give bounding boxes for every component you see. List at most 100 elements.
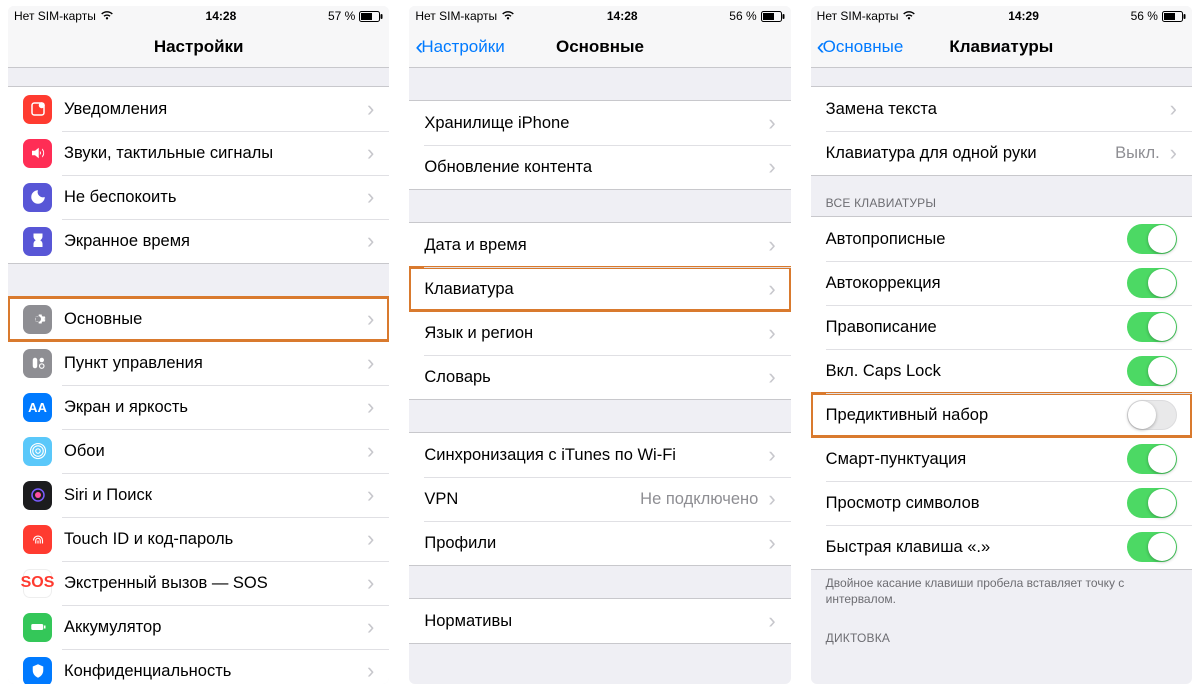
back-button[interactable]: ‹ Настройки: [415, 35, 504, 59]
carrier-label: Нет SIM-карты: [14, 9, 96, 23]
row-keyboard[interactable]: Клавиатура ›: [409, 267, 790, 311]
row-text-replacement[interactable]: Замена текста ›: [811, 87, 1192, 131]
nav-bar: ‹ Основные Клавиатуры: [811, 26, 1192, 68]
row-privacy[interactable]: Конфиденциальность ›: [8, 649, 389, 684]
row-spelling[interactable]: Правописание: [811, 305, 1192, 349]
settings-list[interactable]: Уведомления › Звуки, тактильные сигналы …: [8, 68, 389, 684]
row-autocaps[interactable]: Автопрописные: [811, 217, 1192, 261]
clock-label: 14:29: [1008, 9, 1039, 23]
status-bar: Нет SIM-карты 14:28 57 %: [8, 6, 389, 26]
toggle-smart-punct[interactable]: [1127, 444, 1177, 474]
touchid-icon: [23, 525, 52, 554]
row-wallpaper[interactable]: Обои ›: [8, 429, 389, 473]
chevron-right-icon: ›: [768, 364, 775, 390]
row-predictive[interactable]: Предиктивный набор: [811, 393, 1192, 437]
row-sos[interactable]: SOS Экстренный вызов — SOS ›: [8, 561, 389, 605]
toggle-predictive[interactable]: [1127, 400, 1177, 430]
nav-bar: ‹ Настройки Основные: [409, 26, 790, 68]
battery-percent: 56 %: [729, 9, 756, 23]
chevron-right-icon: ›: [367, 184, 374, 210]
dnd-icon: [23, 183, 52, 212]
row-notifications[interactable]: Уведомления ›: [8, 87, 389, 131]
section-header-all-keyboards: ВСЕ КЛАВИАТУРЫ: [811, 176, 1192, 216]
wifi-icon: [501, 9, 515, 23]
status-bar: Нет SIM-карты 14:28 56 %: [409, 6, 790, 26]
sounds-icon: [23, 139, 52, 168]
toggle-capslock[interactable]: [1127, 356, 1177, 386]
back-button[interactable]: ‹ Основные: [817, 35, 904, 59]
clock-label: 14:28: [206, 9, 237, 23]
chevron-right-icon: ›: [768, 154, 775, 180]
general-list[interactable]: Хранилище iPhone › Обновление контента ›…: [409, 68, 790, 684]
carrier-label: Нет SIM-карты: [817, 9, 899, 23]
chevron-right-icon: ›: [768, 530, 775, 556]
row-touchid[interactable]: Touch ID и код-пароль ›: [8, 517, 389, 561]
row-itunes-wifi[interactable]: Синхронизация с iTunes по Wi-Fi ›: [409, 433, 790, 477]
section-footer: Двойное касание клавиши пробела вставляе…: [811, 570, 1192, 611]
row-display[interactable]: AA Экран и яркость ›: [8, 385, 389, 429]
row-datetime[interactable]: Дата и время ›: [409, 223, 790, 267]
clock-label: 14:28: [607, 9, 638, 23]
toggle-autocaps[interactable]: [1127, 224, 1177, 254]
row-storage[interactable]: Хранилище iPhone ›: [409, 101, 790, 145]
chevron-right-icon: ›: [367, 140, 374, 166]
row-dnd[interactable]: Не беспокоить ›: [8, 175, 389, 219]
row-screentime[interactable]: Экранное время ›: [8, 219, 389, 263]
wallpaper-icon: [23, 437, 52, 466]
notifications-icon: [23, 95, 52, 124]
row-dictionary[interactable]: Словарь ›: [409, 355, 790, 399]
row-language[interactable]: Язык и регион ›: [409, 311, 790, 355]
one-handed-status: Выкл.: [1115, 144, 1159, 163]
battery-percent: 56 %: [1131, 9, 1158, 23]
nav-title: Настройки: [154, 37, 244, 57]
section-header-dictation: ДИКТОВКА: [811, 611, 1192, 651]
chevron-right-icon: ›: [367, 570, 374, 596]
nav-bar: Настройки: [8, 26, 389, 68]
chevron-right-icon: ›: [768, 608, 775, 634]
toggle-autocorrect[interactable]: [1127, 268, 1177, 298]
chevron-right-icon: ›: [367, 614, 374, 640]
row-battery[interactable]: Аккумулятор ›: [8, 605, 389, 649]
row-char-preview[interactable]: Просмотр символов: [811, 481, 1192, 525]
keyboards-list[interactable]: Замена текста › Клавиатура для одной рук…: [811, 68, 1192, 684]
sos-icon: SOS: [23, 569, 52, 598]
row-regulatory[interactable]: Нормативы ›: [409, 599, 790, 643]
row-sounds[interactable]: Звуки, тактильные сигналы ›: [8, 131, 389, 175]
chevron-right-icon: ›: [367, 482, 374, 508]
row-vpn[interactable]: VPN Не подключено ›: [409, 477, 790, 521]
battery-icon: [359, 11, 383, 22]
row-smart-punct[interactable]: Смарт-пунктуация: [811, 437, 1192, 481]
chevron-right-icon: ›: [768, 442, 775, 468]
row-period-shortcut[interactable]: Быстрая клавиша «.»: [811, 525, 1192, 569]
wifi-icon: [902, 9, 916, 23]
chevron-right-icon: ›: [1170, 96, 1177, 122]
row-one-handed[interactable]: Клавиатура для одной руки Выкл. ›: [811, 131, 1192, 175]
row-profiles[interactable]: Профили ›: [409, 521, 790, 565]
screentime-icon: [23, 227, 52, 256]
row-siri[interactable]: Siri и Поиск ›: [8, 473, 389, 517]
chevron-right-icon: ›: [1170, 140, 1177, 166]
row-autocorrect[interactable]: Автокоррекция: [811, 261, 1192, 305]
row-capslock[interactable]: Вкл. Caps Lock: [811, 349, 1192, 393]
vpn-status: Не подключено: [640, 490, 758, 509]
row-general[interactable]: Основные ›: [8, 297, 389, 341]
chevron-right-icon: ›: [367, 306, 374, 332]
chevron-right-icon: ›: [367, 228, 374, 254]
chevron-right-icon: ›: [367, 96, 374, 122]
nav-title: Клавиатуры: [949, 37, 1053, 57]
toggle-char-preview[interactable]: [1127, 488, 1177, 518]
control-center-icon: [23, 349, 52, 378]
row-background-refresh[interactable]: Обновление контента ›: [409, 145, 790, 189]
chevron-right-icon: ›: [367, 526, 374, 552]
toggle-spelling[interactable]: [1127, 312, 1177, 342]
chevron-right-icon: ›: [768, 110, 775, 136]
keyboards-screen: Нет SIM-карты 14:29 56 % ‹ Основные Клав…: [811, 6, 1192, 684]
chevron-right-icon: ›: [768, 486, 775, 512]
status-bar: Нет SIM-карты 14:29 56 %: [811, 6, 1192, 26]
carrier-label: Нет SIM-карты: [415, 9, 497, 23]
chevron-right-icon: ›: [768, 232, 775, 258]
toggle-period-shortcut[interactable]: [1127, 532, 1177, 562]
display-icon: AA: [23, 393, 52, 422]
siri-icon: [23, 481, 52, 510]
row-control-center[interactable]: Пункт управления ›: [8, 341, 389, 385]
